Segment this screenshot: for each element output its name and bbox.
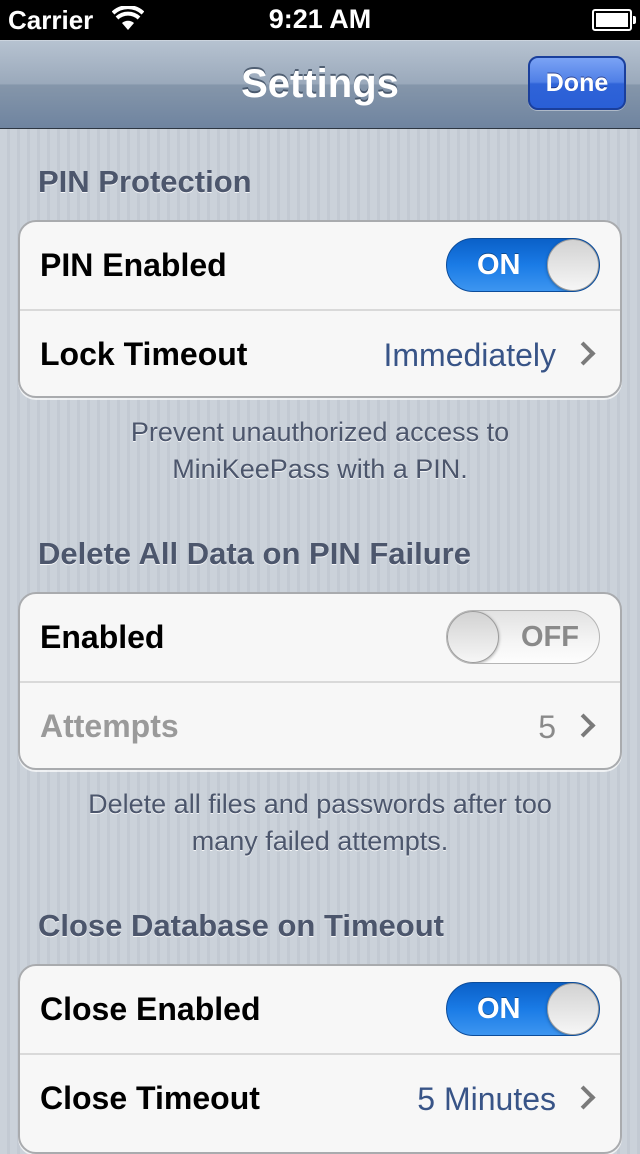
switch-state-text: ON (477, 249, 521, 281)
attempts-value: 5 (538, 709, 556, 745)
delete-enabled-cell: Enabled OFF (20, 594, 620, 681)
delete-enabled-switch[interactable]: OFF (446, 610, 600, 664)
navigation-bar: Settings Done (0, 40, 640, 129)
pin-protection-footer: Prevent unauthorized access to MiniKeePa… (40, 414, 600, 488)
delete-data-footer: Delete all files and passwords after too… (40, 786, 600, 860)
delete-data-group: Enabled OFF Attempts 5 (18, 592, 622, 770)
attempts-cell[interactable]: Attempts 5 (20, 681, 620, 768)
close-enabled-label: Close Enabled (40, 991, 261, 1027)
section-header-close-database: Close Database on Timeout (38, 908, 444, 943)
close-timeout-cell[interactable]: Close Timeout 5 Minutes (20, 1053, 620, 1142)
close-enabled-switch[interactable]: ON (446, 982, 600, 1036)
switch-knob (547, 239, 599, 291)
footer-line: MiniKeePass with a PIN. (172, 454, 468, 484)
close-enabled-cell: Close Enabled ON (20, 966, 620, 1053)
attempts-label: Attempts (40, 708, 179, 744)
chevron-right-icon (571, 1085, 596, 1110)
footer-line: Prevent unauthorized access to (130, 417, 510, 447)
close-database-group: Close Enabled ON Close Timeout 5 Minutes (18, 964, 622, 1154)
footer-line: Delete all files and passwords after too (88, 789, 552, 819)
footer-line: many failed attempts. (191, 826, 449, 856)
chevron-right-icon (571, 341, 596, 366)
close-timeout-value: 5 Minutes (417, 1081, 556, 1117)
close-timeout-label: Close Timeout (40, 1080, 260, 1116)
delete-enabled-label: Enabled (40, 619, 165, 655)
lock-timeout-cell[interactable]: Lock Timeout Immediately (20, 309, 620, 396)
switch-knob (447, 611, 499, 663)
status-time: 9:21 AM (268, 4, 372, 34)
pin-enabled-cell: PIN Enabled ON (20, 222, 620, 309)
section-header-pin-protection: PIN Protection (38, 164, 252, 199)
battery-icon (592, 9, 636, 31)
section-header-delete-data: Delete All Data on PIN Failure (38, 536, 471, 571)
chevron-right-icon (571, 713, 596, 738)
pin-enabled-label: PIN Enabled (40, 247, 227, 283)
done-button[interactable]: Done (528, 56, 626, 110)
switch-state-text: ON (477, 993, 521, 1025)
lock-timeout-value: Immediately (383, 337, 557, 373)
switch-state-text: OFF (521, 621, 579, 653)
switch-knob (547, 983, 599, 1035)
lock-timeout-label: Lock Timeout (40, 336, 248, 372)
pin-protection-group: PIN Enabled ON Lock Timeout Immediately (18, 220, 622, 398)
pin-enabled-switch[interactable]: ON (446, 238, 600, 292)
status-bar: Carrier 9:21 AM (0, 0, 640, 40)
